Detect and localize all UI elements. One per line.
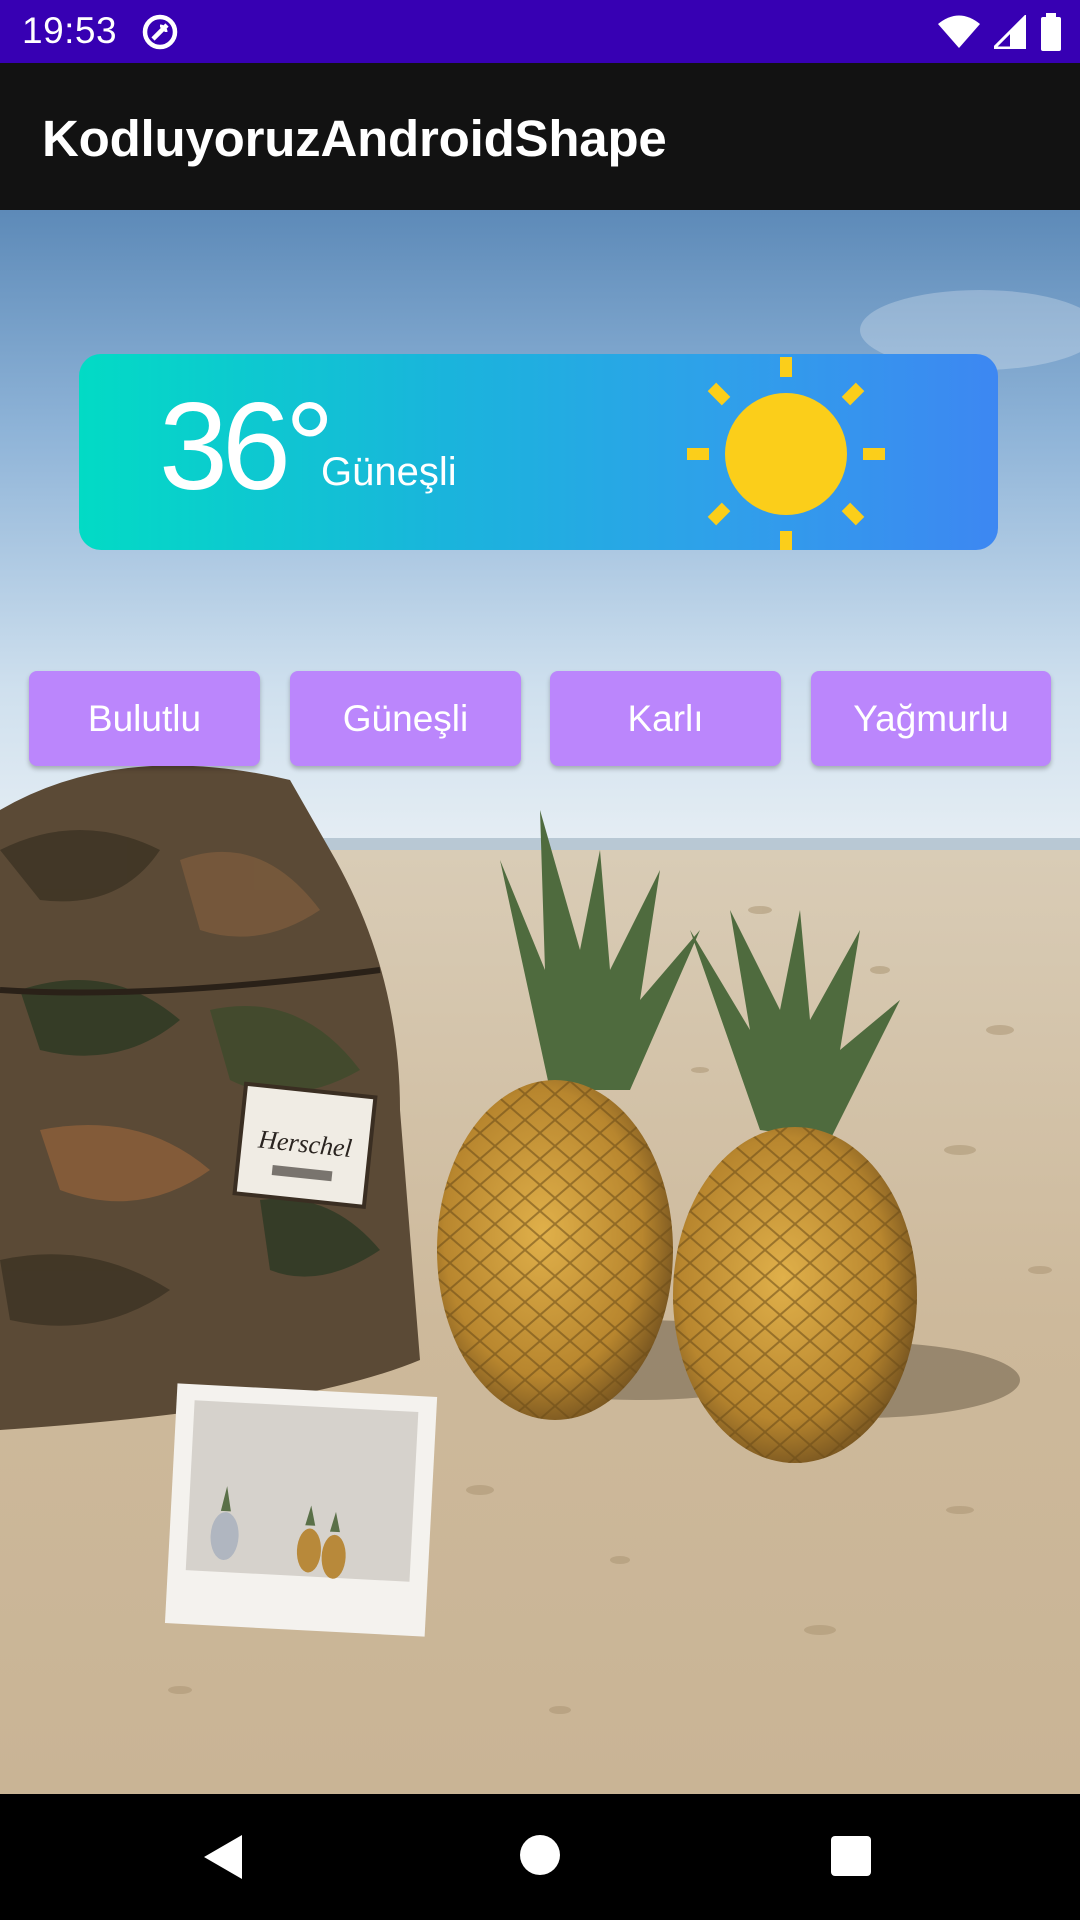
app-bar: KodluyoruzAndroidShape bbox=[0, 63, 1080, 210]
sunny-button[interactable]: Güneşli bbox=[290, 671, 521, 766]
app-title: KodluyoruzAndroidShape bbox=[42, 110, 667, 167]
battery-icon bbox=[1041, 13, 1061, 51]
sun-icon bbox=[687, 357, 885, 550]
cell-signal-icon bbox=[994, 15, 1026, 49]
status-time: 19:53 bbox=[22, 10, 118, 51]
temperature-label: 36° bbox=[159, 378, 334, 516]
condition-label: Güneşli bbox=[321, 450, 457, 494]
status-bar: 19:53 bbox=[0, 0, 1080, 63]
weather-card: 36° Güneşli bbox=[79, 354, 998, 550]
cloudy-button[interactable]: Bulutlu bbox=[29, 671, 260, 766]
wifi-icon bbox=[938, 15, 980, 48]
recents-icon[interactable] bbox=[831, 1836, 871, 1876]
back-icon[interactable] bbox=[204, 1835, 244, 1879]
navigation-bar bbox=[0, 1794, 1080, 1920]
main-content: Herschel 36° Güneşli Bulutlu Güneşli Kar… bbox=[0, 210, 1080, 1794]
rainy-button[interactable]: Yağmurlu bbox=[811, 671, 1051, 766]
home-icon[interactable] bbox=[520, 1835, 560, 1875]
snowy-button[interactable]: Karlı bbox=[550, 671, 781, 766]
app-notification-icon bbox=[142, 14, 178, 50]
